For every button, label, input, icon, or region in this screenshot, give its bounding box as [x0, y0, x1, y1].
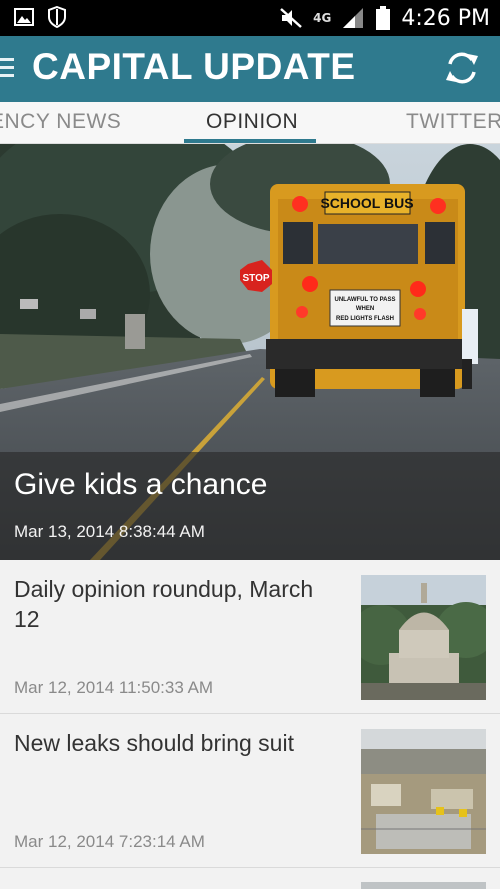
featured-article[interactable]: SCHOOL BUS UNLAWFUL TO PASS WHEN RED LIG… [0, 144, 500, 560]
article-title[interactable]: Daily opinion roundup, March 12 [14, 574, 344, 634]
tab-twitter[interactable]: TWITTER [406, 110, 500, 134]
tab-agency-news[interactable]: ENCY NEWS [0, 110, 121, 134]
refresh-icon[interactable] [442, 48, 482, 88]
network-type-label: 4G [313, 11, 332, 25]
app-title: CAPITAL UPDATE [32, 46, 356, 87]
battery-icon [376, 6, 391, 30]
capitol-dome-thumbnail [361, 575, 486, 700]
image-notification-icon [14, 8, 34, 26]
mute-icon [280, 8, 302, 28]
signal-strength-icon [343, 8, 364, 28]
shield-notification-icon [48, 6, 66, 28]
list-item[interactable]: Daily opinion roundup, March 12 Mar 12, … [0, 560, 500, 714]
tab-opinion[interactable]: OPINION [206, 110, 298, 134]
bus-sign-text: SCHOOL BUS [320, 195, 413, 211]
status-bar: 4G 4:26 PM [0, 0, 500, 36]
active-tab-indicator [184, 139, 316, 143]
featured-title[interactable]: Give kids a chance [14, 468, 267, 502]
bus-plate-line1: UNLAWFUL TO PASS [334, 297, 395, 303]
bus-plate-line2: WHEN [356, 306, 374, 312]
stop-sign-text: STOP [242, 273, 269, 284]
featured-date: Mar 13, 2014 8:38:44 AM [14, 522, 205, 541]
article-date: Mar 12, 2014 7:23:14 AM [14, 832, 205, 851]
list-item[interactable]: New leaks should bring suit Mar 12, 2014… [0, 714, 500, 868]
article-title[interactable]: New leaks should bring suit [14, 728, 344, 758]
drawer-menu-icon[interactable] [0, 58, 14, 78]
tab-bar: ENCY NEWS OPINION TWITTER [0, 102, 500, 144]
app-bar: CAPITAL UPDATE [0, 36, 500, 102]
industrial-site-thumbnail [361, 729, 486, 854]
clock: 4:26 PM [401, 5, 490, 31]
bus-plate-line3: RED LIGHTS FLASH [336, 316, 394, 322]
article-date: Mar 12, 2014 11:50:33 AM [14, 678, 214, 697]
next-item-thumbnail [361, 882, 486, 889]
featured-caption: Give kids a chance Mar 13, 2014 8:38:44 … [0, 452, 500, 560]
